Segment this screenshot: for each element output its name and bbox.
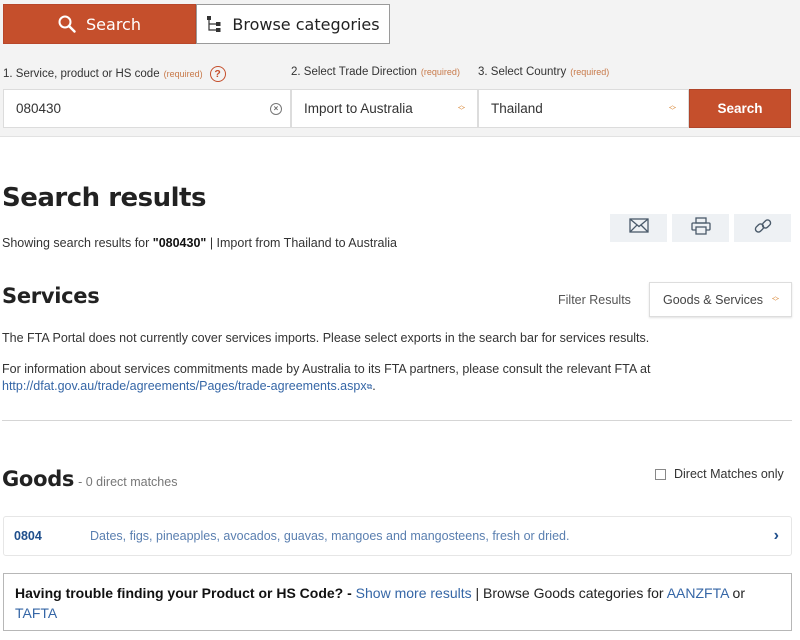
print-button[interactable] <box>672 214 729 242</box>
goods-heading: Goods - 0 direct matches <box>2 467 177 491</box>
select-arrows-icon: ︿ ﹀ <box>772 292 779 306</box>
select-arrows-icon: ︿ ﹀ <box>458 101 465 115</box>
chevron-right-icon: › <box>773 527 779 544</box>
link-icon <box>753 216 773 241</box>
direction-select-value: Import to Australia <box>304 101 413 116</box>
country-select[interactable]: Thailand ︿ ﹀ <box>478 89 689 128</box>
filter-results-select[interactable]: Goods & Services ︿ ﹀ <box>649 282 792 317</box>
aanzfta-link[interactable]: AANZFTA <box>667 585 729 601</box>
product-search-input[interactable]: 080430 × <box>3 89 291 128</box>
trade-direction-select[interactable]: Import to Australia ︿ ﹀ <box>291 89 478 128</box>
page-title: Search results <box>2 183 206 213</box>
hs-description: Dates, figs, pineapples, avocados, guava… <box>90 529 570 543</box>
product-input-value: 080430 <box>16 101 62 116</box>
period: . <box>372 379 376 393</box>
search-panel: Search Browse categories 1. Service, pro… <box>0 0 800 137</box>
help-box: Having trouble finding your Product or H… <box>3 573 792 631</box>
help-question: Having trouble finding your Product or H… <box>15 585 352 601</box>
services-heading: Services <box>2 284 100 308</box>
filter-select-value: Goods & Services <box>663 292 764 307</box>
product-label-text: 1. Service, product or HS code <box>3 68 160 80</box>
direct-matches-checkbox[interactable] <box>655 468 666 480</box>
goods-title: Goods <box>2 467 75 491</box>
help-or: or <box>728 585 745 601</box>
required-tag: (required) <box>420 67 460 77</box>
help-icon[interactable]: ? <box>209 66 226 82</box>
goods-match-count: - 0 direct matches <box>78 475 178 489</box>
services-note: The FTA Portal does not currently cover … <box>2 331 650 345</box>
clear-icon[interactable]: × <box>270 102 282 115</box>
direct-matches-label: Direct Matches only <box>674 467 784 481</box>
required-tag: (required) <box>163 69 203 79</box>
search-query: "080430" <box>152 236 207 250</box>
print-icon <box>690 216 711 240</box>
copy-link-button[interactable] <box>734 214 791 242</box>
help-separator: | Browse Goods categories for <box>471 585 667 601</box>
services-info-text: For information about services commitmen… <box>2 362 651 376</box>
tab-search[interactable]: Search <box>3 4 196 44</box>
show-more-results-link[interactable]: Show more results <box>356 585 472 601</box>
hierarchy-icon <box>206 15 222 33</box>
tafta-link[interactable]: TAFTA <box>15 605 57 621</box>
summary-prefix: Showing search results for <box>2 236 153 250</box>
results-summary: Showing search results for "080430" | Im… <box>2 236 397 250</box>
direction-label-text: 2. Select Trade Direction <box>291 66 417 78</box>
tab-browse-categories[interactable]: Browse categories <box>196 4 390 44</box>
dfat-agreements-link[interactable]: http://dfat.gov.au/trade/agreements/Page… <box>2 379 367 393</box>
tab-search-label: Search <box>86 14 141 34</box>
country-label-text: 3. Select Country <box>478 66 567 78</box>
mode-tabs: Search Browse categories <box>3 4 390 44</box>
filter-results-label: Filter Results <box>558 293 631 307</box>
hs-code: 0804 <box>14 529 42 543</box>
product-field-label: 1. Service, product or HS code (required… <box>3 66 226 82</box>
country-field-label: 3. Select Country (required) <box>478 66 609 78</box>
services-info: For information about services commitmen… <box>2 361 650 395</box>
email-icon <box>628 218 649 238</box>
direct-matches-only-toggle[interactable]: Direct Matches only <box>655 467 784 481</box>
select-arrows-icon: ︿ ﹀ <box>669 101 676 115</box>
email-button[interactable] <box>610 214 667 242</box>
country-select-value: Thailand <box>491 101 543 116</box>
direction-field-label: 2. Select Trade Direction (required) <box>291 66 460 78</box>
section-divider <box>2 420 792 421</box>
tab-browse-label: Browse categories <box>232 14 380 34</box>
goods-result-row[interactable]: 0804 Dates, figs, pineapples, avocados, … <box>3 516 792 556</box>
search-icon <box>58 15 76 33</box>
summary-suffix: | Import from Thailand to Australia <box>206 236 397 250</box>
search-button[interactable]: Search <box>689 89 791 128</box>
required-tag: (required) <box>570 67 610 77</box>
